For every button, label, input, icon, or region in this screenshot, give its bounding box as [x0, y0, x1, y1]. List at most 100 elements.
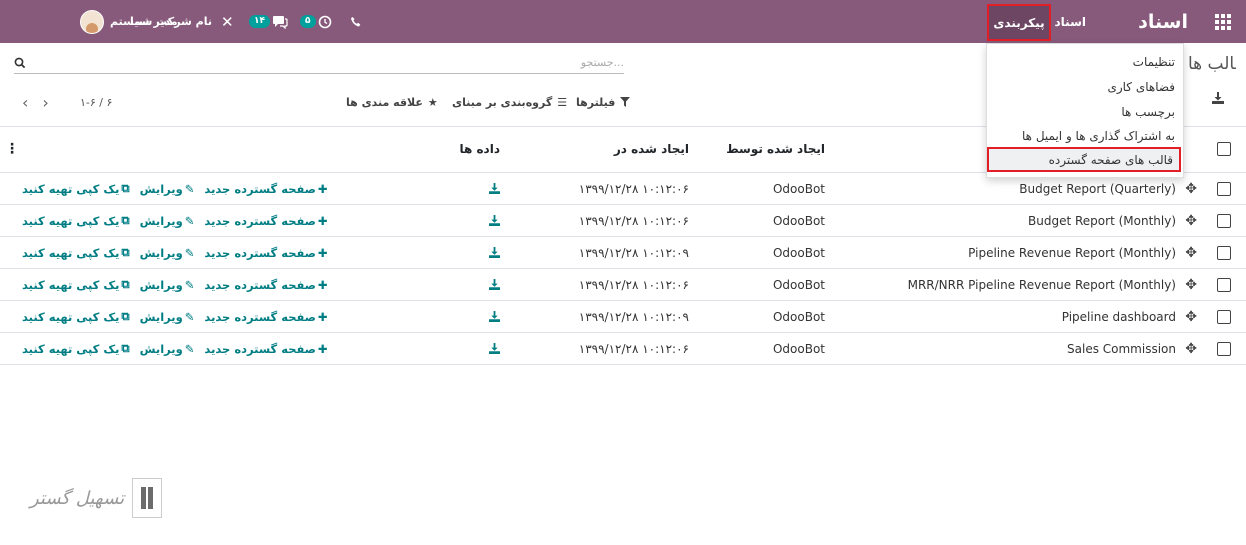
- pager-next-icon[interactable]: ›: [42, 93, 48, 112]
- plus-icon: ✚: [317, 245, 328, 260]
- data-download-icon[interactable]: [489, 237, 500, 268]
- table-row[interactable]: ✥ Pipeline dashboard OdooBot ۱۳۹۹/۱۲/۲۸ …: [0, 301, 1246, 333]
- row-created-by: OdooBot: [772, 245, 825, 260]
- search-input[interactable]: [64, 56, 624, 69]
- select-all-checkbox[interactable]: [1217, 127, 1232, 171]
- group-by-button[interactable]: گروه‌بندی بر مبنای ☰: [452, 94, 567, 110]
- row-created-by: OdooBot: [772, 277, 825, 292]
- duplicate-button[interactable]: یک کپی تهیه کنید ⧉: [22, 277, 130, 292]
- row-actions: یک کپی تهیه کنید ⧉ ویرایش ✎ صفحه گسترده جد…: [22, 205, 328, 236]
- row-name: MRR/NRR Pipeline Revenue Report (Monthly…: [907, 277, 1176, 292]
- move-handle-icon[interactable]: ✥: [1185, 237, 1197, 268]
- table-row[interactable]: ✥ Pipeline Revenue Report (Monthly) Odoo…: [0, 237, 1246, 269]
- copy-icon: ⧉: [121, 277, 130, 291]
- row-checkbox[interactable]: [1217, 205, 1232, 236]
- favorites-button[interactable]: علاقه مندی ها ★: [346, 94, 438, 110]
- new-spreadsheet-button[interactable]: صفحه گسترده جدید ✚: [204, 246, 327, 260]
- dropdown-item-spreadsheet-templates[interactable]: قالب های صفحه گسترده: [987, 147, 1181, 172]
- search-bar: [14, 52, 624, 74]
- group-by-label: گروه‌بندی بر مبنای: [452, 95, 553, 109]
- search-icon[interactable]: [14, 57, 26, 69]
- duplicate-button[interactable]: یک کپی تهیه کنید ⧉: [22, 181, 130, 196]
- move-handle-icon[interactable]: ✥: [1185, 269, 1197, 300]
- move-handle-icon[interactable]: ✥: [1185, 301, 1197, 332]
- list-icon: ☰: [557, 95, 568, 109]
- table-row[interactable]: ✥ Budget Report (Monthly) OdooBot ۱۳۹۹/۱…: [0, 205, 1246, 237]
- page-title: قالب ها: [1188, 54, 1236, 74]
- new-spreadsheet-button[interactable]: صفحه گسترده جدید ✚: [204, 342, 327, 356]
- edit-label: ویرایش: [139, 245, 183, 260]
- duplicate-button[interactable]: یک کپی تهیه کنید ⧉: [22, 309, 130, 324]
- avatar: [80, 9, 104, 34]
- row-checkbox[interactable]: [1217, 173, 1232, 204]
- menu-documents[interactable]: اسناد: [1055, 0, 1086, 43]
- pencil-icon: ✎: [184, 245, 195, 260]
- edit-button[interactable]: ویرایش ✎: [140, 246, 195, 260]
- data-download-icon[interactable]: [489, 333, 500, 364]
- header-data[interactable]: داده ها: [459, 127, 500, 171]
- row-created-on: ۱۳۹۹/۱۲/۲۸ ۱۰:۱۲:۰۶: [578, 213, 689, 228]
- company-switcher[interactable]: نام شرکت شما: [130, 0, 212, 43]
- new-spreadsheet-label: صفحه گسترده جدید: [204, 277, 316, 292]
- pager-value[interactable]: ۱-۶ / ۶: [80, 94, 112, 110]
- duplicate-button[interactable]: یک کپی تهیه کنید ⧉: [22, 341, 130, 356]
- row-created-by: OdooBot: [772, 213, 825, 228]
- data-download-icon[interactable]: [489, 269, 500, 300]
- row-checkbox[interactable]: [1217, 269, 1232, 300]
- top-navbar: اسناد اسناد پیکربندی مدیر سیستم نام شرکت…: [0, 0, 1246, 43]
- data-download-icon[interactable]: [489, 301, 500, 332]
- move-handle-icon[interactable]: ✥: [1185, 205, 1197, 236]
- table-row[interactable]: ✥ MRR/NRR Pipeline Revenue Report (Month…: [0, 269, 1246, 301]
- header-created-by[interactable]: ایجاد شده توسط: [726, 127, 825, 171]
- edit-button[interactable]: ویرایش ✎: [140, 342, 195, 356]
- new-spreadsheet-button[interactable]: صفحه گسترده جدید ✚: [204, 278, 327, 292]
- new-spreadsheet-button[interactable]: صفحه گسترده جدید ✚: [204, 310, 327, 324]
- duplicate-label: یک کپی تهیه کنید: [22, 277, 120, 292]
- apps-menu-icon[interactable]: [1212, 0, 1234, 43]
- row-checkbox[interactable]: [1217, 237, 1232, 268]
- close-icon[interactable]: ✕: [221, 0, 234, 43]
- move-handle-icon[interactable]: ✥: [1185, 173, 1197, 204]
- dropdown-item-tags[interactable]: برچسب ها: [1121, 105, 1175, 119]
- row-name: Budget Report (Monthly): [1028, 213, 1176, 228]
- data-download-icon[interactable]: [489, 205, 500, 236]
- row-created-on: ۱۳۹۹/۱۲/۲۸ ۱۰:۱۲:۰۶: [578, 277, 689, 292]
- watermark-logo: [132, 478, 163, 518]
- plus-icon: ✚: [317, 309, 328, 324]
- edit-button[interactable]: ویرایش ✎: [140, 214, 195, 228]
- dropdown-item-workspaces[interactable]: فضاهای کاری: [1107, 80, 1175, 94]
- download-icon[interactable]: [1212, 92, 1224, 107]
- filters-button[interactable]: فیلترها: [576, 94, 631, 110]
- optional-columns-icon[interactable]: ⋮: [5, 127, 19, 171]
- duplicate-button[interactable]: یک کپی تهیه کنید ⧉: [22, 245, 130, 260]
- new-spreadsheet-button[interactable]: صفحه گسترده جدید ✚: [204, 214, 327, 228]
- new-spreadsheet-button[interactable]: صفحه گسترده جدید ✚: [204, 182, 327, 196]
- phone-icon[interactable]: [350, 0, 362, 43]
- row-created-by: OdooBot: [772, 181, 825, 196]
- edit-button[interactable]: ویرایش ✎: [140, 310, 195, 324]
- configuration-dropdown: تنظیمات فضاهای کاری برچسب ها به اشتراک گ…: [986, 43, 1184, 178]
- dropdown-item-settings[interactable]: تنظیمات: [1133, 55, 1175, 69]
- messages-menu[interactable]: ۱۴: [249, 0, 288, 43]
- dropdown-item-shares[interactable]: به اشتراک گذاری ها و ایمیل ها: [1022, 129, 1175, 143]
- table-row[interactable]: ✥ Sales Commission OdooBot ۱۳۹۹/۱۲/۲۸ ۱۰…: [0, 333, 1246, 365]
- pager-navigation: ‹ ›: [22, 93, 49, 112]
- activities-menu[interactable]: ۵: [300, 0, 332, 43]
- data-download-icon[interactable]: [489, 173, 500, 204]
- row-checkbox[interactable]: [1217, 333, 1232, 364]
- row-checkbox[interactable]: [1217, 301, 1232, 332]
- edit-button[interactable]: ویرایش ✎: [140, 182, 195, 196]
- row-created-on: ۱۳۹۹/۱۲/۲۸ ۱۰:۱۲:۰۹: [578, 245, 689, 260]
- duplicate-button[interactable]: یک کپی تهیه کنید ⧉: [22, 213, 130, 228]
- row-created-on: ۱۳۹۹/۱۲/۲۸ ۱۰:۱۲:۰۶: [578, 341, 689, 356]
- header-created-on[interactable]: ایجاد شده در: [614, 127, 689, 171]
- edit-button[interactable]: ویرایش ✎: [140, 278, 195, 292]
- row-created-by: OdooBot: [772, 341, 825, 356]
- new-spreadsheet-label: صفحه گسترده جدید: [204, 213, 316, 228]
- app-brand[interactable]: اسناد: [1138, 0, 1188, 43]
- move-handle-icon[interactable]: ✥: [1185, 333, 1197, 364]
- menu-configuration[interactable]: پیکربندی: [987, 4, 1051, 41]
- plus-icon: ✚: [317, 181, 328, 196]
- pager-previous-icon[interactable]: ‹: [22, 93, 28, 112]
- plus-icon: ✚: [317, 277, 328, 292]
